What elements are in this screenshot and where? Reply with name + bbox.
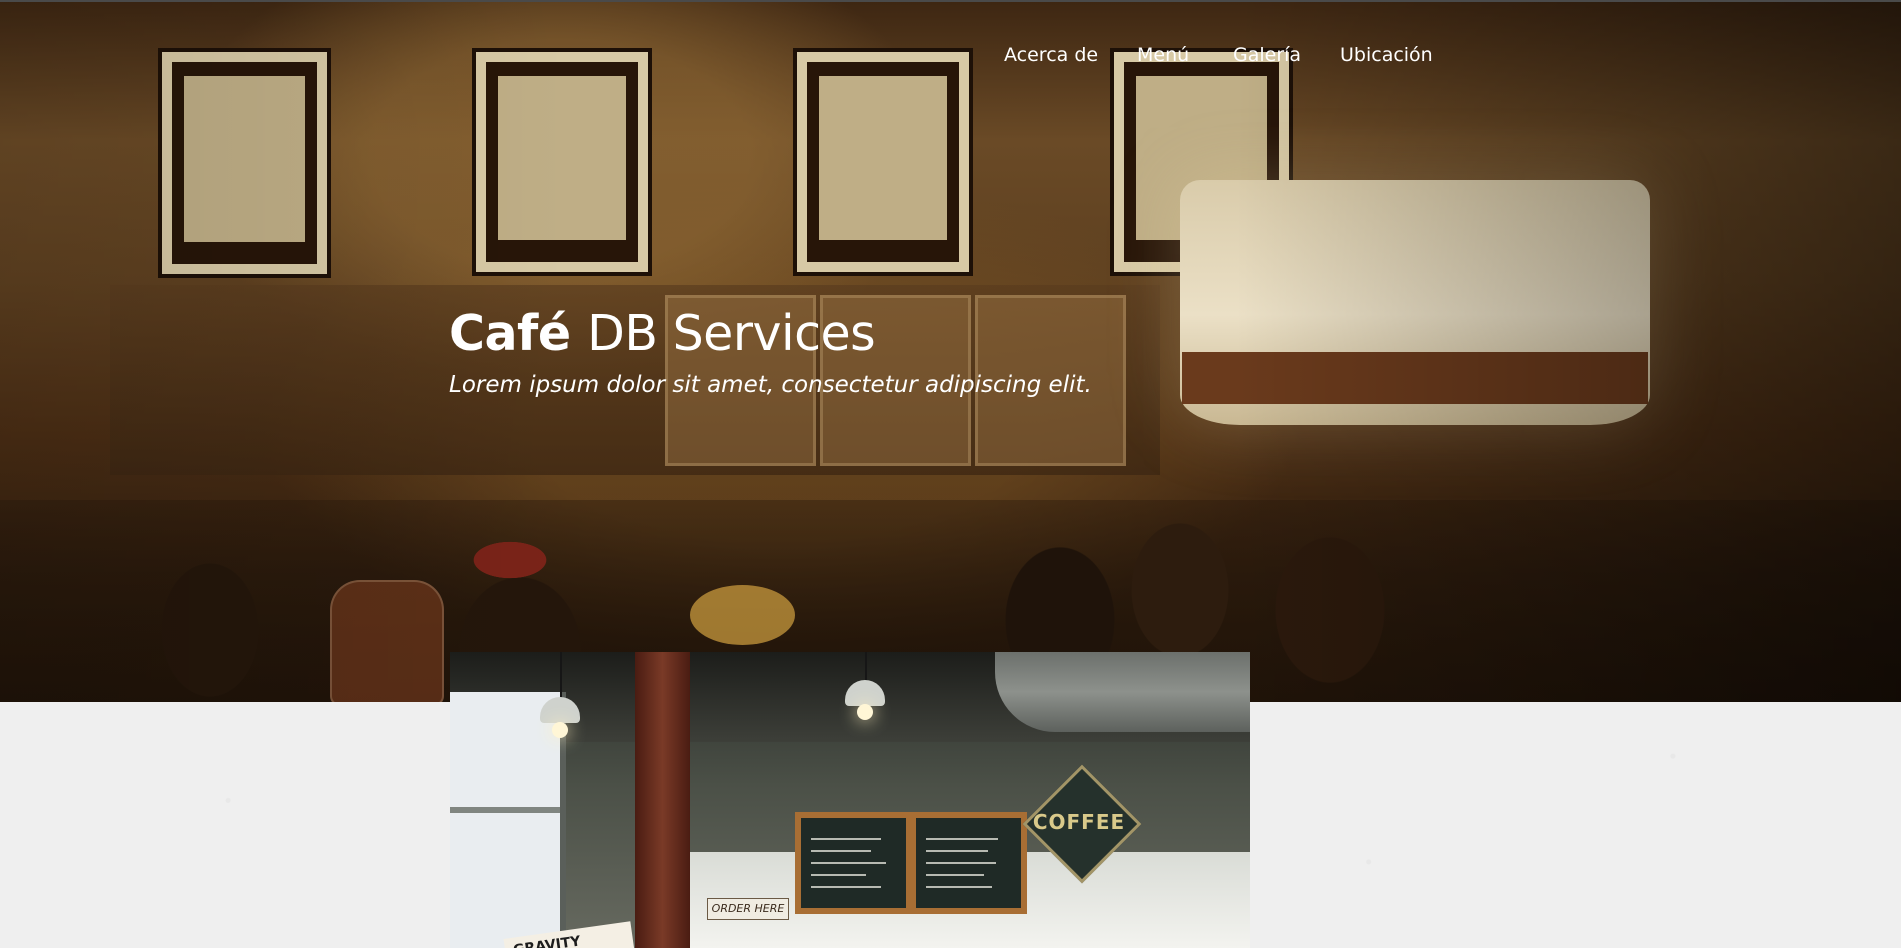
pendant-lamp-band — [1182, 352, 1648, 404]
air-duct — [995, 652, 1250, 732]
pendant-lamp — [1180, 180, 1650, 425]
nav-link-location[interactable]: Ubicación — [1340, 43, 1433, 67]
poster-frame — [158, 48, 331, 278]
nav-link-menu[interactable]: Menú — [1137, 43, 1189, 67]
nav-link-about[interactable]: Acerca de — [1004, 43, 1098, 67]
page-title: Café DB Services — [449, 303, 876, 365]
lamp-cord — [560, 652, 562, 697]
chalkboard-menu — [795, 812, 912, 914]
coffee-shop-photo: COFFEE ORDER HERE GRAVITY — [450, 652, 1250, 948]
hero-banner — [0, 0, 1901, 702]
poster-frame — [1110, 48, 1293, 276]
title-light-part: DB Services — [587, 305, 876, 362]
poster-frame — [472, 48, 652, 276]
top-border — [0, 0, 1901, 2]
shop-window — [450, 692, 566, 948]
order-here-sign: ORDER HERE — [707, 898, 789, 920]
brick-pillar — [635, 652, 690, 948]
glass-jar — [330, 580, 444, 702]
pastry — [690, 585, 795, 645]
light-bulb — [552, 722, 568, 738]
lamp-cord — [865, 652, 867, 680]
title-bold-part: Café — [449, 305, 571, 362]
coffee-sign-text: COFFEE — [1032, 810, 1126, 834]
hero-subtitle: Lorem ipsum dolor sit amet, consectetur … — [449, 372, 1092, 398]
light-bulb — [857, 704, 873, 720]
nav-link-gallery[interactable]: Galería — [1233, 43, 1301, 67]
poster-frame — [793, 48, 973, 276]
